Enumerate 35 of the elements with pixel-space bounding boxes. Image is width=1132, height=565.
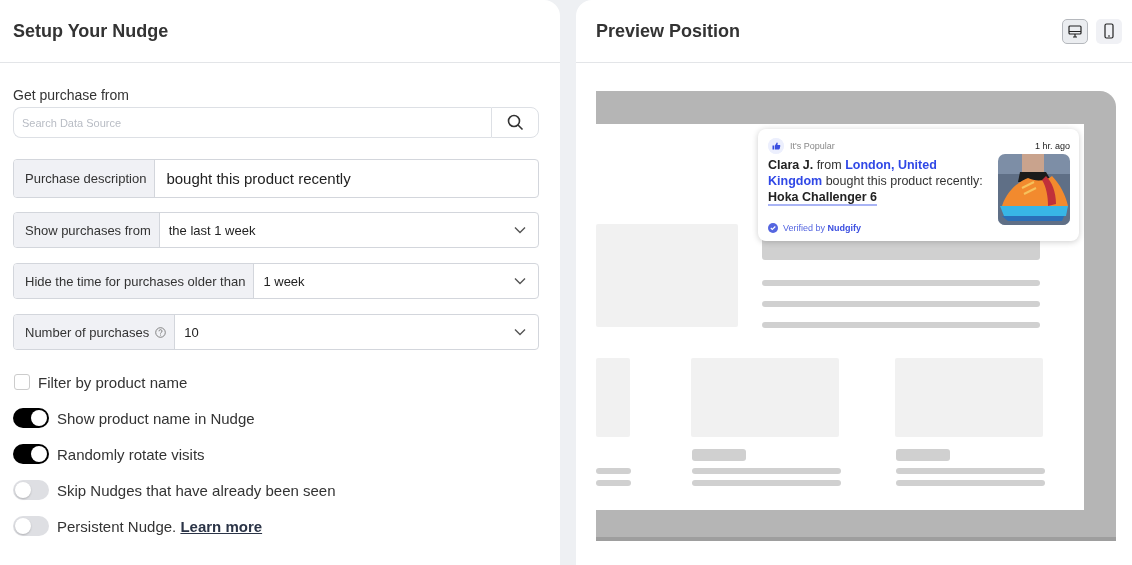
verified-check-icon (768, 223, 778, 233)
chevron-down-icon (514, 328, 526, 336)
option-label: Filter by product name (38, 373, 188, 391)
field-label: Number of purchases (25, 324, 150, 340)
time-label: 1 hr. ago (1034, 141, 1070, 151)
toggle-switch[interactable] (13, 516, 49, 536)
dropdown[interactable]: the last 1 week (159, 213, 538, 247)
search-icon (506, 114, 524, 131)
toggle-switch[interactable] (13, 480, 49, 500)
chevron-down-icon (514, 277, 526, 285)
toggle-switch[interactable] (13, 444, 49, 464)
field-label: Get purchase from (13, 87, 129, 103)
search-field[interactable]: Search Data Source (13, 107, 491, 138)
toggle-switch[interactable] (13, 408, 49, 428)
checkbox[interactable] (14, 374, 30, 390)
option-label: Skip Nudges that have already been seen (57, 481, 336, 499)
option-label: Randomly rotate visits (57, 445, 205, 463)
device-button[interactable] (1062, 18, 1088, 44)
verified-label: Verified by Nudgify (783, 223, 862, 233)
product-link[interactable]: Hoka Challenger 6 (768, 190, 878, 206)
learn-more-link[interactable]: Learn more (180, 517, 263, 535)
mobile-phone-icon (1104, 23, 1114, 39)
panel-title: Setup Your Nudge (13, 20, 169, 42)
dropdown[interactable]: 1 week (254, 264, 538, 298)
option-label: Show product name in Nudge (57, 409, 255, 427)
chevron-down-icon (514, 226, 526, 234)
dropdown[interactable]: 10 (175, 315, 538, 349)
badge-label: It's Popular (790, 141, 836, 151)
desktop-icon (1068, 24, 1082, 38)
search-button[interactable] (491, 107, 539, 138)
notification-message: Clara J. from London, United Kingdom bought this product recently: Hoka Challenger 6 (768, 157, 984, 205)
option-label: Persistent Nudge. Learn more (57, 517, 263, 535)
panel-title: Preview Position (596, 20, 741, 42)
field-label: Hide the time for purchases older than (25, 273, 246, 289)
field-label: Show purchases from (25, 222, 151, 238)
